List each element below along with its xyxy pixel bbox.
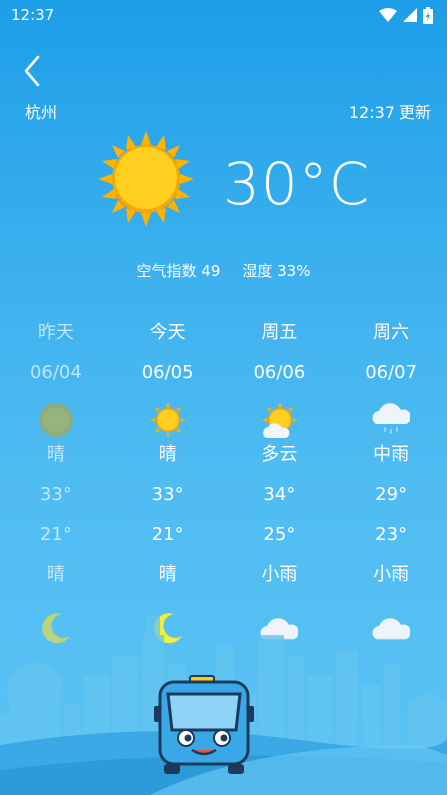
forecast-day-weather: 晴 (158, 444, 177, 465)
current-meta: 空气指数 49 湿度 33% (0, 260, 447, 281)
forecast-day-name: 周六 (373, 322, 410, 343)
forecast-date: 06/04 (29, 362, 82, 383)
forecast-night-weather: 小雨 (373, 564, 410, 585)
battery-icon (423, 6, 433, 24)
status-icons (379, 6, 433, 24)
back-button[interactable] (18, 54, 48, 88)
forecast-day-weather: 晴 (46, 444, 65, 465)
sun-icon (38, 403, 73, 437)
sun-icon (149, 402, 186, 438)
sun-icon (98, 131, 194, 227)
rain-cloud-icon (372, 403, 411, 434)
forecast-day-name: 今天 (149, 322, 186, 343)
forecast-high: 33° (39, 484, 72, 505)
forecast-low: 21° (39, 524, 72, 545)
humidity-label: 湿度 33% (242, 262, 311, 280)
forecast-night-weather: 小雨 (261, 564, 298, 585)
forecast-day-name: 周五 (261, 322, 298, 343)
forecast-high: 34° (263, 484, 296, 505)
signal-icon (403, 8, 417, 22)
forecast-day-icon (372, 398, 411, 440)
update-label: 更新 (398, 103, 431, 122)
forecast-day-icon (38, 398, 74, 440)
forecast-night-weather: 晴 (158, 564, 177, 585)
bus-mascot-illustration (154, 675, 254, 774)
partly-cloudy-icon (262, 402, 299, 438)
update-time-value: 12:37 (348, 103, 395, 122)
chevron-left-icon (24, 55, 40, 87)
wifi-icon (379, 8, 397, 22)
forecast-low: 21° (151, 524, 184, 545)
forecast-day-icon (149, 398, 186, 440)
status-time: 12:37 (11, 6, 55, 24)
forecast-date: 06/06 (253, 362, 306, 383)
aqi-label: 空气指数 49 (136, 262, 221, 280)
forecast-high: 33° (151, 484, 184, 505)
forecast-low: 25° (263, 524, 296, 545)
current-temperature: 30°C (223, 150, 371, 218)
status-bar: 12:37 (0, 0, 447, 30)
update-time: 12:37 更新 (345, 99, 431, 123)
forecast-day-icon (260, 398, 299, 440)
forecast-date: 06/07 (365, 362, 418, 383)
forecast-day-weather: 中雨 (373, 444, 410, 465)
forecast-day-weather: 多云 (261, 444, 298, 465)
forecast-high: 29° (375, 484, 408, 505)
forecast-low: 23° (375, 524, 408, 545)
forecast-night-weather: 晴 (46, 564, 65, 585)
forecast-date: 06/05 (141, 362, 194, 383)
forecast-day-name: 昨天 (37, 322, 74, 343)
city-name: 杭州 (25, 103, 58, 122)
